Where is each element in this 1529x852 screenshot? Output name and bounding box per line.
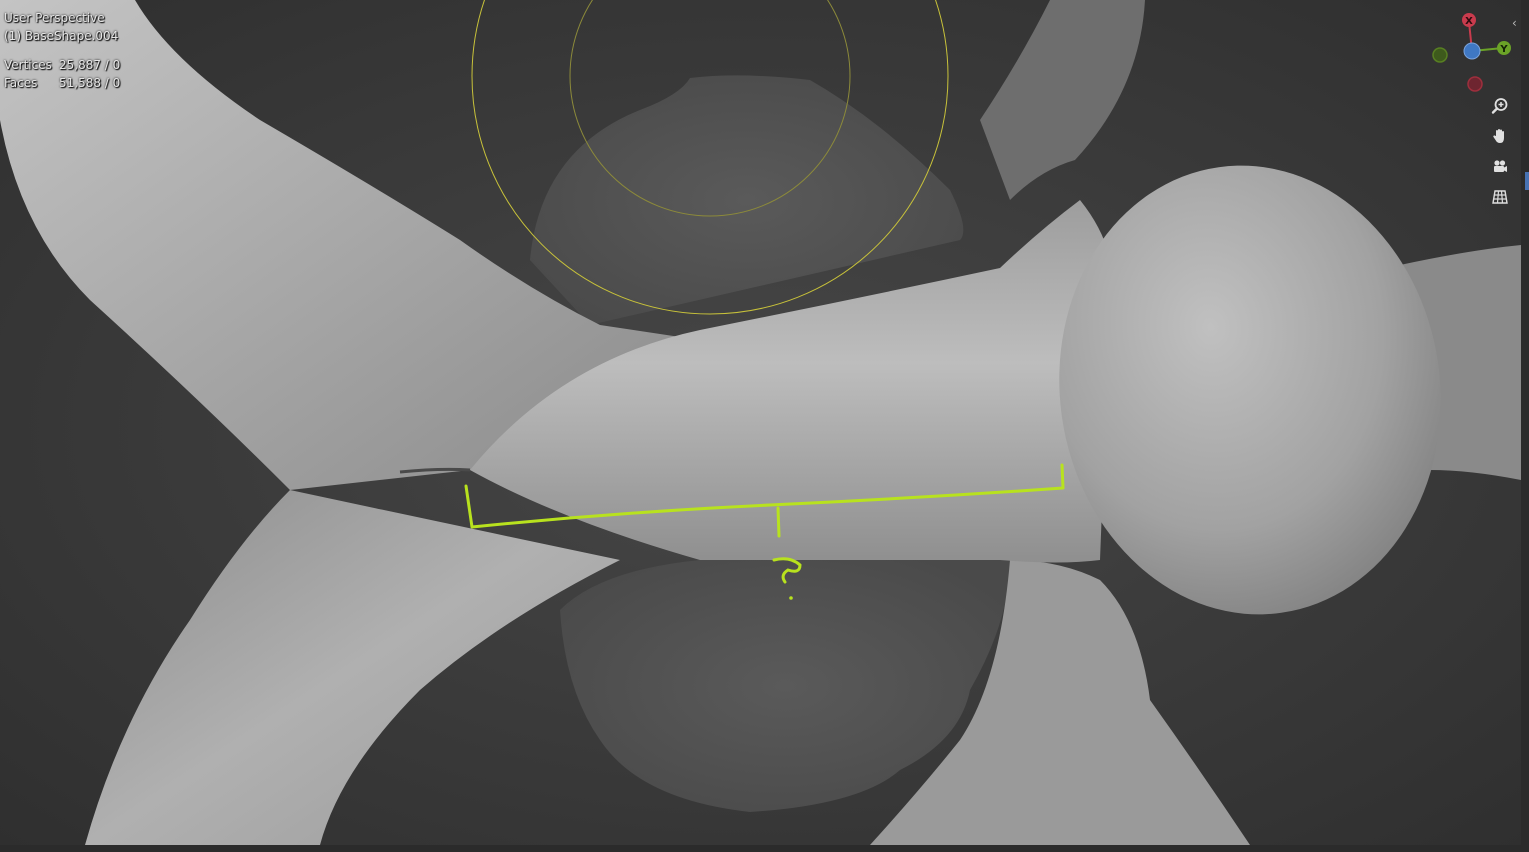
ortho-toggle-button[interactable]: [1486, 183, 1514, 211]
camera-icon: [1494, 160, 1507, 172]
zoom-icon: [1491, 98, 1508, 114]
grid-icon: [1492, 190, 1508, 204]
pan-button[interactable]: [1486, 122, 1514, 150]
sidebar-tab-indicator[interactable]: [1525, 172, 1529, 190]
gizmo-z-handle[interactable]: [1463, 42, 1481, 60]
vertices-label: Vertices: [4, 58, 52, 72]
sculpt-scene[interactable]: [0, 0, 1529, 852]
navigation-gizmo[interactable]: X Y: [1424, 8, 1520, 98]
faces-value: 51,588 / 0: [59, 76, 121, 90]
gizmo-neg-x-handle[interactable]: [1467, 76, 1483, 92]
hand-icon: [1493, 129, 1504, 143]
stat-vertices: Vertices 25,887 / 0: [4, 58, 120, 72]
gizmo-y-label: Y: [1499, 44, 1508, 55]
gizmo-x-label: X: [1465, 16, 1473, 27]
viewport-right-border: [1521, 0, 1529, 852]
camera-button[interactable]: [1486, 153, 1514, 181]
3d-viewport[interactable]: User Perspective (1) BaseShape.004 Verti…: [0, 0, 1529, 852]
view-name: User Perspective: [4, 11, 105, 25]
annotation-question-dot: [789, 596, 793, 600]
stat-faces: Faces 51,588 / 0: [4, 76, 120, 90]
object-name: (1) BaseShape.004: [4, 29, 119, 43]
gizmo-neg-y-handle[interactable]: [1432, 47, 1448, 63]
zoom-button[interactable]: [1486, 92, 1514, 120]
viewport-bottom-border: [0, 845, 1529, 852]
annotation-tick: [776, 506, 781, 538]
vertices-value: 25,887 / 0: [59, 58, 121, 72]
faces-label: Faces: [4, 76, 38, 90]
